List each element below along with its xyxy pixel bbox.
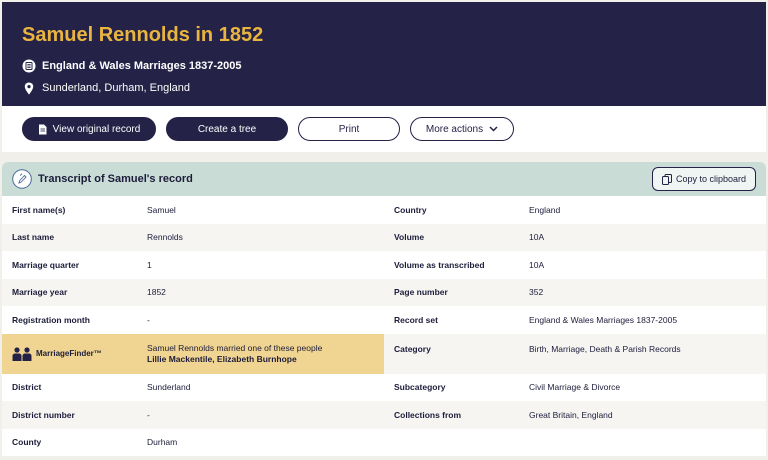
document-icon	[38, 124, 47, 135]
record-header: Samuel Rennolds in 1852 England & Wales …	[2, 2, 766, 106]
collection-line: England & Wales Marriages 1837-2005	[22, 58, 746, 74]
people-icon	[12, 346, 36, 361]
action-bar: View original record Create a tree Print…	[2, 106, 766, 152]
table-row: Record set England & Wales Marriages 183…	[394, 314, 678, 325]
left-column: First name(s) Samuel Last name Rennolds …	[2, 196, 384, 456]
right-column: Country England Volume 10A Volume as tra…	[384, 196, 766, 456]
table-row: Volume as transcribed 10A	[394, 259, 545, 270]
record-book-icon	[22, 59, 36, 73]
print-button[interactable]: Print	[298, 117, 400, 141]
table-row: County Durham	[12, 437, 178, 448]
marriage-finder-text: Samuel Rennolds married one of these peo…	[147, 342, 323, 353]
table-row: Registration month -	[12, 314, 150, 325]
marriage-finder-label: MarriageFinder™	[36, 349, 102, 358]
more-actions-button[interactable]: More actions	[410, 117, 514, 141]
location-pin-icon	[22, 81, 36, 95]
copy-to-clipboard-button[interactable]: Copy to clipboard	[652, 167, 756, 191]
place-name: Sunderland, Durham, England	[42, 82, 190, 94]
transcript-title: Transcript of Samuel's record	[38, 173, 193, 185]
create-tree-button[interactable]: Create a tree	[166, 117, 288, 141]
table-row: Category Birth, Marriage, Death & Parish…	[384, 333, 766, 374]
transcript-panel: Transcript of Samuel's record Copy to cl…	[2, 162, 766, 456]
table-row: Marriage year 1852	[2, 278, 384, 306]
table-row: District number -	[2, 401, 384, 429]
copy-icon	[661, 173, 672, 185]
record-fields: First name(s) Samuel Last name Rennolds …	[2, 196, 766, 456]
view-original-record-button[interactable]: View original record	[22, 117, 156, 141]
table-row: First name(s) Samuel	[12, 204, 176, 215]
transcript-icon	[12, 169, 32, 189]
page-title: Samuel Rennolds in 1852	[22, 24, 264, 46]
marriage-finder-names[interactable]: Lillie Mackentile, Elizabeth Burnhope	[147, 354, 384, 365]
table-row: District Sunderland	[12, 382, 191, 393]
collection-name: England & Wales Marriages 1837-2005	[42, 60, 242, 72]
marriage-finder-row[interactable]: MarriageFinder™ Samuel Rennolds married …	[2, 333, 384, 374]
table-row: Collections from Great Britain, England	[384, 401, 766, 429]
transcript-header: Transcript of Samuel's record Copy to cl…	[2, 162, 766, 196]
table-row: Last name Rennolds	[2, 223, 384, 251]
table-row: Volume 10A	[384, 223, 766, 251]
chevron-down-icon	[489, 126, 498, 132]
table-row: Marriage quarter 1	[12, 259, 152, 270]
table-row: Page number 352	[384, 278, 766, 306]
place-line: Sunderland, Durham, England	[22, 80, 746, 96]
table-row: Subcategory Civil Marriage & Divorce	[394, 382, 621, 393]
table-row-empty	[384, 429, 766, 457]
table-row: Country England	[394, 204, 561, 215]
